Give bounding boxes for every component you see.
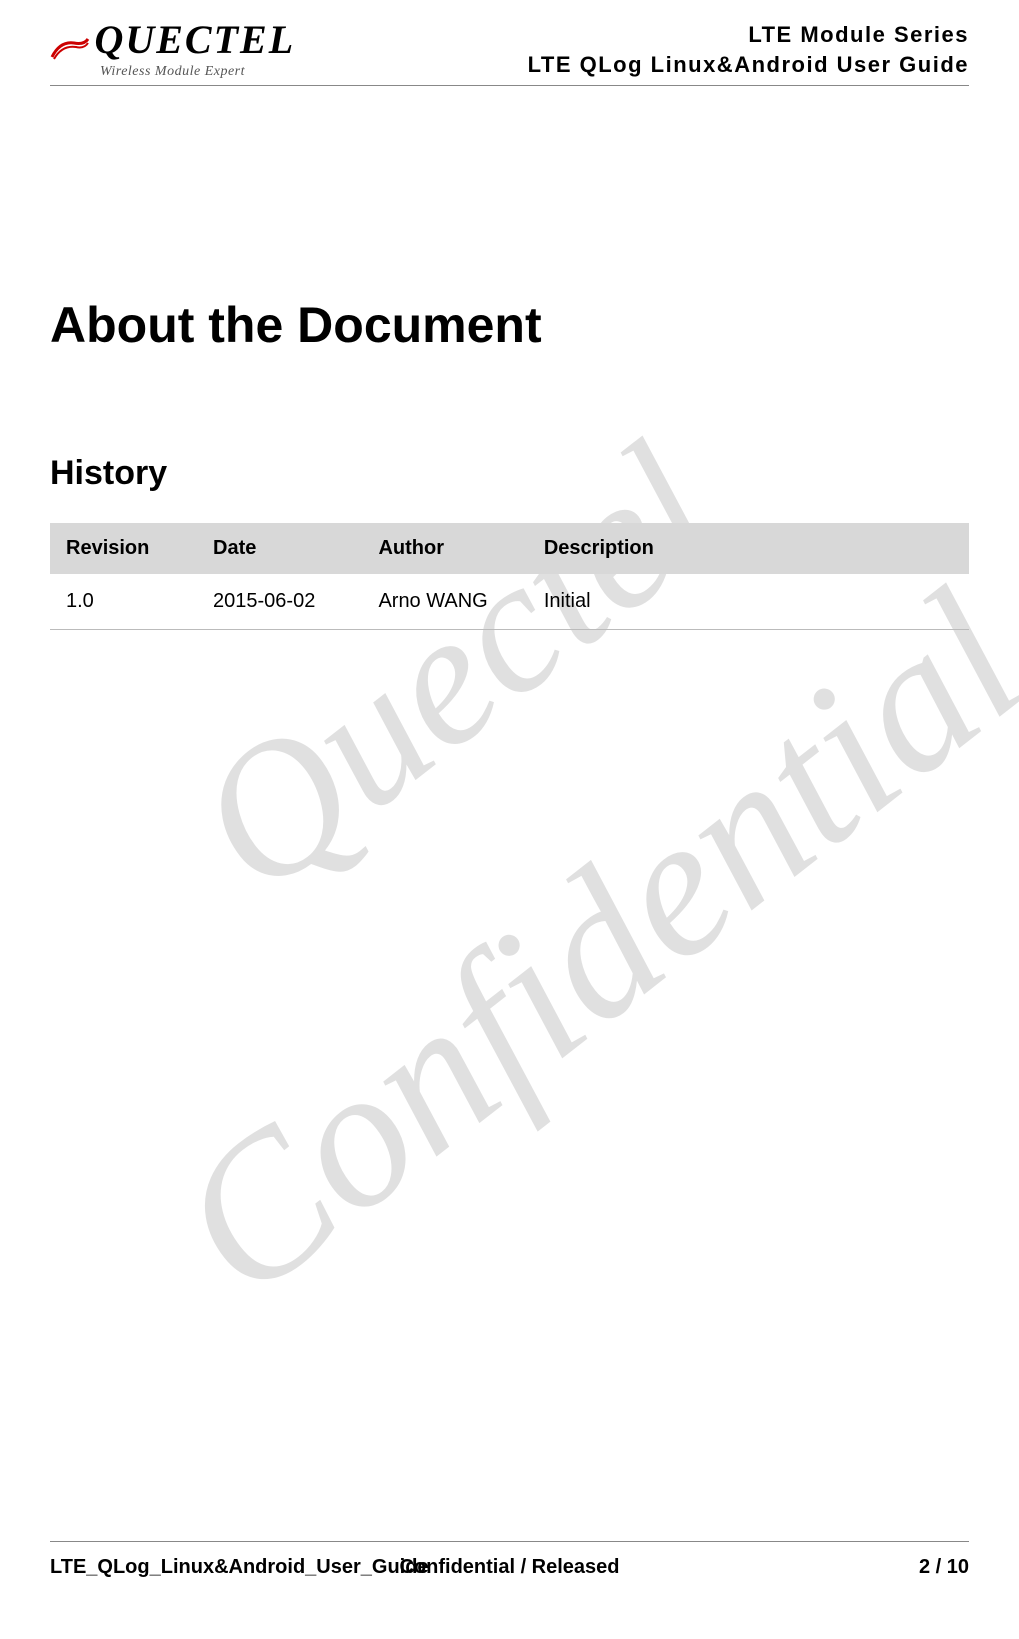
page-title: About the Document (50, 296, 969, 354)
th-description: Description (528, 523, 969, 574)
logo-swoosh-icon (50, 37, 90, 61)
history-table: Revision Date Author Description 1.0 201… (50, 523, 969, 630)
header-guide: LTE QLog Linux&Android User Guide (528, 50, 969, 80)
page-footer: LTE_QLog_Linux&Android_User_Guide Confid… (50, 1541, 969, 1579)
watermark-confidential: Confidential (136, 546, 1019, 1342)
logo-main-text: QUECTEL (94, 17, 295, 62)
content: About the Document History Revision Date… (50, 296, 969, 630)
footer-center: Confidential / Released (399, 1556, 619, 1579)
logo-sub-text: Wireless Module Expert (100, 65, 295, 79)
th-date: Date (197, 523, 362, 574)
footer-right: 2 / 10 (919, 1556, 969, 1579)
th-revision: Revision (50, 523, 197, 574)
section-title: History (50, 454, 969, 493)
logo-block: QUECTEL Wireless Module Expert (50, 20, 295, 79)
watermarks: Quectel Confidential (0, 0, 1019, 1639)
table-header-row: Revision Date Author Description (50, 523, 969, 574)
header-series: LTE Module Series (528, 20, 969, 50)
cell-revision: 1.0 (50, 574, 197, 630)
table-row: 1.0 2015-06-02 Arno WANG Initial (50, 574, 969, 630)
page-header: QUECTEL Wireless Module Expert LTE Modul… (50, 20, 969, 86)
header-right: LTE Module Series LTE QLog Linux&Android… (528, 20, 969, 79)
cell-author: Arno WANG (362, 574, 527, 630)
footer-left: LTE_QLog_Linux&Android_User_Guide (50, 1556, 429, 1579)
logo-row: QUECTEL (50, 20, 295, 61)
cell-date: 2015-06-02 (197, 574, 362, 630)
th-author: Author (362, 523, 527, 574)
cell-description: Initial (528, 574, 969, 630)
